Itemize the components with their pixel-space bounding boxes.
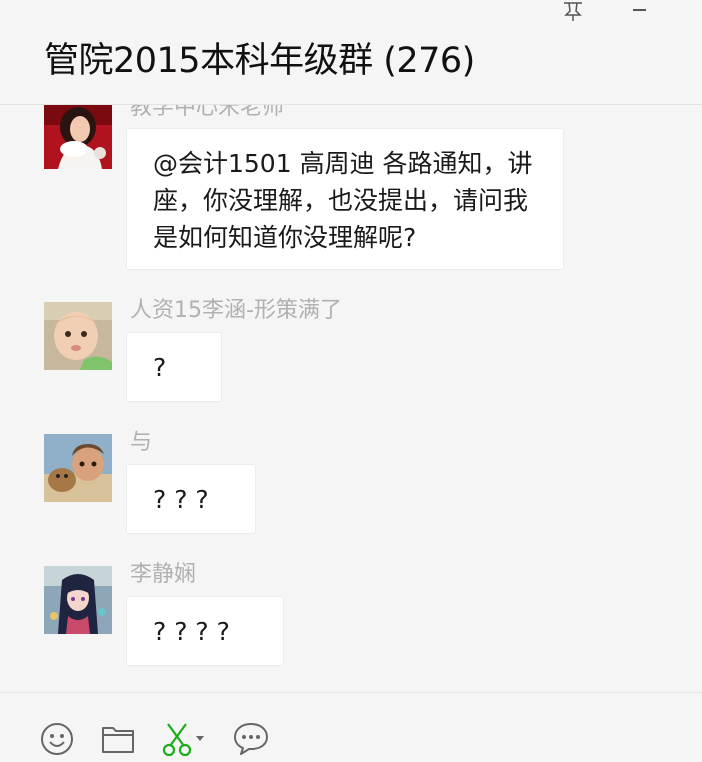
chat-header: 管院2015本科年级群 (276) <box>0 0 702 105</box>
sender-name: 人资15李涵-形策满了 <box>130 298 342 323</box>
sender-name: 与 <box>130 430 153 455</box>
message-bubble[interactable]: ? ? ? <box>126 464 256 534</box>
scissors-icon[interactable] <box>162 722 208 758</box>
message-text: ? ? ? <box>153 485 209 514</box>
message-text: ? <box>153 353 167 382</box>
message-bubble[interactable]: ? ? ? ? <box>126 596 284 666</box>
pin-icon[interactable] <box>561 0 585 22</box>
sender-name: 李静娴 <box>130 562 197 587</box>
minimize-icon[interactable] <box>630 0 652 22</box>
message-list[interactable]: 教学中心宋老师 @会计1501 高周迪 各路通知，讲座，你没理解，也没提出，请问… <box>0 104 702 692</box>
avatar-photo-woman[interactable] <box>44 104 112 169</box>
input-toolbar <box>0 692 702 759</box>
chat-title: 管院2015本科年级群 (276) <box>44 41 475 81</box>
message-text: @会计1501 高周迪 各路通知，讲座，你没理解，也没提出，请问我是如何知道你没… <box>153 149 533 252</box>
chat-history-icon[interactable] <box>233 722 273 758</box>
message-text: ? ? ? ? <box>153 617 230 646</box>
avatar-photo-baby[interactable] <box>44 302 112 370</box>
message-bubble[interactable]: @会计1501 高周迪 各路通知，讲座，你没理解，也没提出，请问我是如何知道你没… <box>126 128 564 270</box>
message-bubble[interactable]: ? <box>126 332 222 402</box>
emoji-icon[interactable] <box>40 722 76 758</box>
sender-name: 教学中心宋老师 <box>130 104 285 120</box>
avatar-photo-man-with-animal[interactable] <box>44 434 112 502</box>
chevron-down-icon <box>196 736 204 741</box>
folder-icon[interactable] <box>101 722 137 758</box>
avatar-anime-girl[interactable] <box>44 566 112 634</box>
